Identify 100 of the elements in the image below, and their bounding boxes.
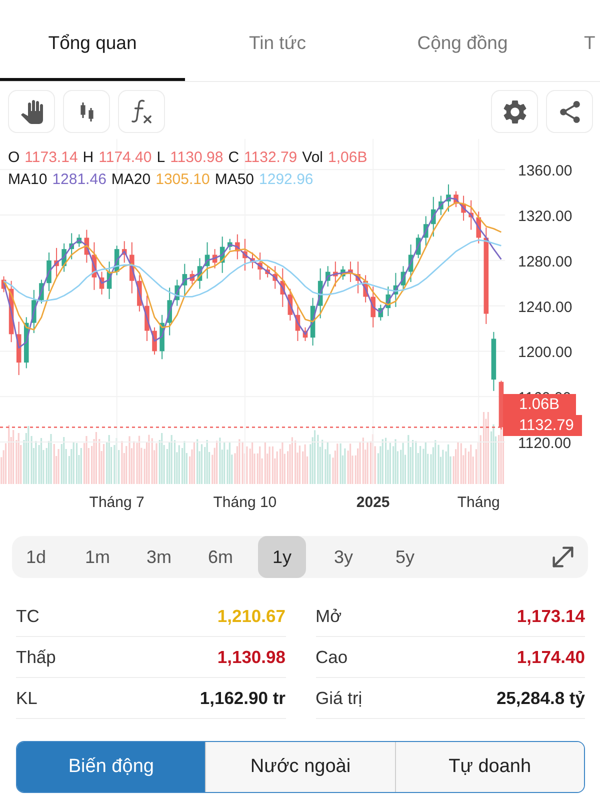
expand-button[interactable] (552, 546, 574, 568)
stat-label: TC (16, 606, 40, 626)
stat-value: 25,284.8 tỷ (496, 688, 585, 708)
stat-value: 1,210.67 (217, 606, 286, 626)
share-icon (558, 100, 580, 122)
stat-value: 1,173.14 (516, 606, 585, 626)
candle (491, 331, 496, 392)
function-icon (130, 98, 152, 124)
hand-icon (20, 100, 44, 124)
time-axis-label: 2025 (356, 494, 390, 511)
candle (39, 279, 44, 304)
tab[interactable]: Cộng đồng (370, 20, 555, 81)
tab[interactable]: T (555, 20, 600, 81)
candle (295, 304, 300, 342)
candle (99, 271, 104, 295)
candle (174, 279, 180, 306)
candle (272, 266, 278, 290)
price-badge: 1132.79 (503, 415, 582, 436)
candle (84, 229, 90, 264)
range-button[interactable]: 3y (320, 536, 368, 578)
candle (62, 242, 66, 272)
candle (318, 268, 323, 319)
legend-label: Vol (302, 148, 323, 168)
candle (1, 276, 6, 293)
candle (235, 234, 240, 260)
tab[interactable]: Tổng quan (0, 20, 185, 81)
candle (378, 304, 384, 322)
indicator-button[interactable] (118, 90, 165, 133)
candle (423, 216, 428, 246)
candle (204, 242, 210, 280)
volume-badge: 1.06B (503, 394, 576, 416)
candle (454, 190, 458, 208)
candle (8, 280, 14, 343)
candle (106, 261, 112, 300)
candle (370, 286, 376, 328)
candle (220, 236, 225, 274)
legend-value: 1292.96 (259, 170, 314, 190)
legend-label: O (8, 148, 20, 168)
price-axis-label: 1240.00 (518, 298, 572, 316)
stat-value: 1,130.98 (217, 646, 286, 668)
range-button[interactable]: 3m (135, 536, 183, 578)
tab[interactable]: Tin tức (185, 20, 370, 81)
candle (400, 266, 406, 292)
candle (468, 200, 474, 230)
candle (438, 195, 444, 216)
segment-tab[interactable]: Biến động (17, 742, 206, 792)
legend-label: MA10 (8, 170, 48, 190)
stat-label: Giá trị (316, 688, 362, 708)
legend-value: 1305.10 (156, 170, 210, 190)
range-button[interactable]: 1m (74, 536, 122, 578)
candle (348, 261, 353, 282)
candle (54, 247, 59, 280)
range-button[interactable]: 1y (258, 536, 306, 578)
stat-label: KL (16, 688, 38, 708)
legend-value: 1132.79 (244, 148, 298, 168)
candle (242, 238, 248, 272)
hand-tool-button[interactable] (8, 90, 55, 133)
candle (325, 266, 330, 288)
legend-value: 1130.98 (170, 148, 224, 168)
candle (24, 316, 29, 369)
stat-label: Mở (316, 606, 342, 626)
candle (167, 287, 172, 336)
expand-icon (552, 546, 574, 568)
segment-tab[interactable]: Nước ngoài (205, 742, 395, 792)
range-button[interactable]: 1d (12, 536, 60, 578)
time-axis-label: Tháng 10 (213, 494, 277, 511)
time-axis-label: Tháng (457, 494, 500, 511)
legend-value: 1,06B (328, 148, 368, 168)
candle (386, 286, 391, 317)
legend-value: 1173.14 (24, 148, 78, 168)
legend-label: L (156, 148, 166, 168)
price-axis-label: 1360.00 (518, 162, 572, 180)
range-button[interactable]: 6m (196, 536, 244, 578)
candle (69, 232, 74, 260)
candle (16, 321, 22, 376)
candle (160, 314, 164, 360)
range-button[interactable]: 5y (381, 536, 429, 578)
candle (288, 288, 293, 322)
candle (333, 261, 338, 288)
candle (76, 234, 82, 248)
candle (152, 326, 157, 356)
candle (137, 274, 142, 312)
chart-type-button[interactable] (63, 90, 110, 133)
price-axis-label: 1120.00 (518, 435, 572, 452)
candle (144, 295, 150, 342)
legend-value: 1174.40 (98, 148, 152, 168)
legend-value: 1281.46 (52, 170, 106, 190)
stat-label: Cao (316, 646, 348, 668)
candle (228, 238, 232, 251)
candle (190, 270, 195, 285)
price-axis-label: 1320.00 (518, 208, 572, 226)
time-axis-label: Tháng 7 (89, 494, 144, 511)
candle (310, 297, 316, 346)
candle (122, 240, 127, 264)
share-button[interactable] (546, 90, 593, 133)
settings-button[interactable] (491, 90, 538, 133)
candle (114, 245, 120, 276)
segment-tab[interactable]: Tự doanh (394, 742, 584, 792)
candle (408, 244, 414, 282)
candle (446, 184, 451, 212)
